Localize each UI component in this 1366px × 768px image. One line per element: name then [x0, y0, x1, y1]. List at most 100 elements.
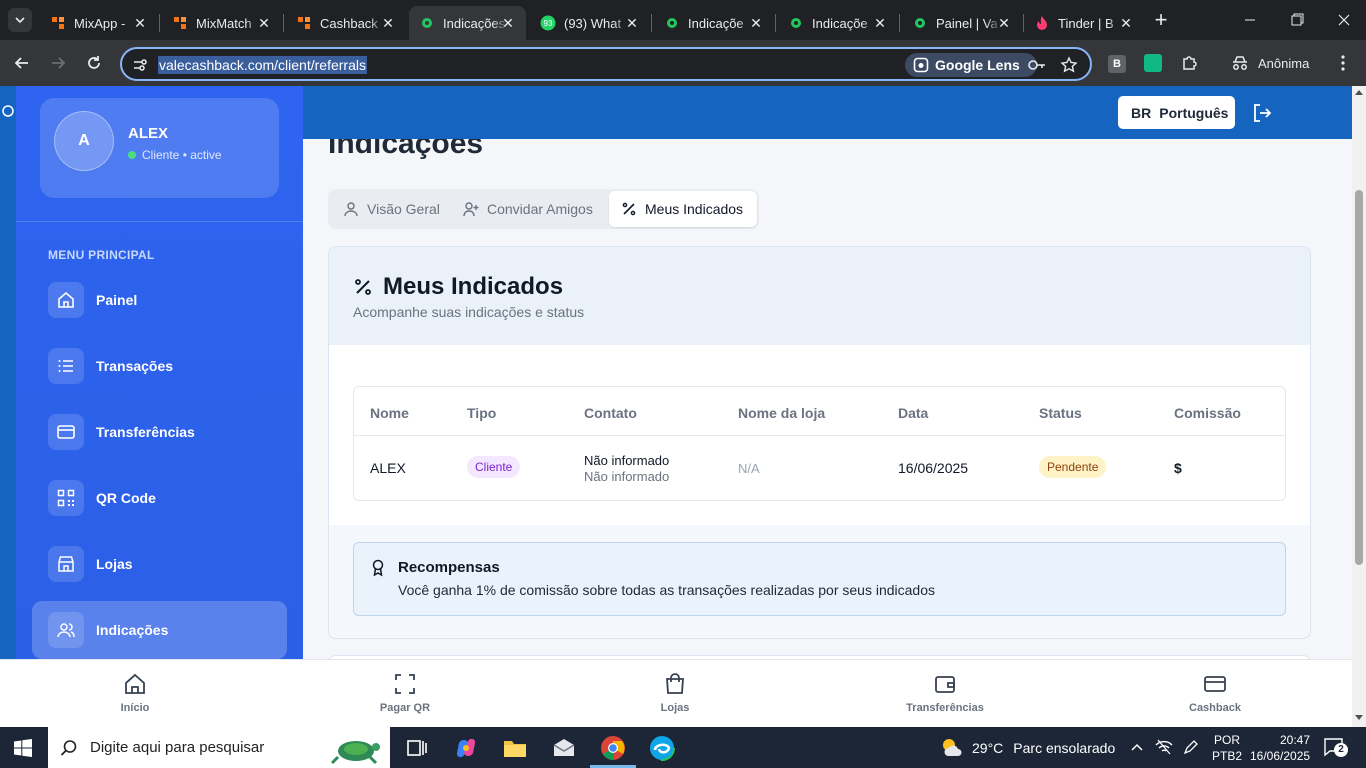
close-tab-icon[interactable]: ✕ — [380, 15, 396, 31]
tab-meus-indicados[interactable]: Meus Indicados — [609, 191, 757, 227]
bottom-nav-cashback[interactable]: Cashback — [1155, 672, 1275, 714]
extensions-button[interactable] — [1180, 53, 1200, 73]
bottom-nav-transferencias[interactable]: Transferências — [885, 672, 1005, 714]
table-row[interactable]: ALEX Cliente Não informado Não informado… — [354, 436, 1285, 500]
browser-tab[interactable]: MixMatch ✕ — [162, 6, 282, 40]
logout-button[interactable] — [1251, 102, 1273, 124]
sidebar-item-transferencias[interactable]: Transferências — [32, 403, 287, 461]
browser-menu-button[interactable] — [1336, 53, 1350, 73]
card-icon — [1204, 676, 1226, 692]
tab-convidar-amigos[interactable]: Convidar Amigos — [463, 191, 608, 227]
close-window-button[interactable] — [1334, 12, 1354, 28]
column-header: Data — [898, 405, 929, 421]
browser-tab[interactable]: Indicaçõe ✕ — [778, 6, 898, 40]
mail-button[interactable] — [551, 735, 577, 761]
close-tab-icon[interactable]: ✕ — [256, 15, 272, 31]
tab-visao-geral[interactable]: Visão Geral — [343, 191, 453, 227]
sidebar-item-indicacoes[interactable]: Indicações — [32, 601, 287, 659]
task-view-button[interactable] — [404, 735, 430, 761]
browser-tab-active[interactable]: Indicações ✕ — [409, 6, 526, 40]
close-tab-icon[interactable]: ✕ — [872, 15, 888, 31]
sidebar-item-transacoes[interactable]: Transações — [32, 337, 287, 395]
browser-tab[interactable]: Cashback ✕ — [286, 6, 406, 40]
browser-tab[interactable]: Painel | Va ✕ — [902, 6, 1022, 40]
reload-button[interactable] — [84, 53, 104, 73]
address-bar[interactable]: valecashback.com/client/referrals Google… — [120, 47, 1092, 81]
rewards-text: Você ganha 1% de comissão sobre todas as… — [398, 582, 935, 598]
user-status: Cliente • active — [128, 148, 222, 162]
list-icon — [58, 360, 73, 372]
close-tab-icon[interactable]: ✕ — [624, 15, 640, 31]
new-tab-button[interactable]: + — [1150, 9, 1172, 32]
main-content: Indicações Visão Geral Convidar Amigos M… — [303, 127, 1352, 659]
cell-loja: N/A — [738, 461, 760, 476]
close-tab-icon[interactable]: ✕ — [1118, 15, 1134, 31]
partly-sunny-icon — [943, 739, 962, 756]
weather-widget[interactable]: 29°C Parc ensolarado — [940, 736, 1115, 760]
mixapp-favicon-icon — [52, 17, 64, 29]
referrals-table: Nome Tipo Contato Nome da loja Data Stat… — [353, 386, 1286, 501]
column-header: Nome — [370, 405, 409, 421]
notifications-button[interactable]: 2 — [1324, 737, 1348, 757]
back-button[interactable] — [12, 53, 32, 73]
bottom-nav-pagar-qr[interactable]: Pagar QR — [345, 672, 465, 714]
close-tab-icon[interactable]: ✕ — [132, 15, 148, 31]
scroll-up-arrow-icon[interactable] — [1355, 90, 1363, 95]
input-language-button[interactable]: POR PTB2 — [1212, 732, 1242, 764]
extension-green-button[interactable] — [1144, 54, 1162, 72]
folder-icon — [504, 741, 526, 757]
copilot-button[interactable] — [453, 735, 479, 761]
file-explorer-button[interactable] — [502, 735, 528, 761]
sidebar-item-lojas[interactable]: Lojas — [32, 535, 287, 593]
chrome-taskbar-button[interactable] — [600, 735, 626, 761]
bottom-nav-lojas[interactable]: Lojas — [615, 672, 735, 714]
language-selector[interactable]: BR Português — [1118, 96, 1235, 129]
cashback-favicon-icon — [298, 17, 310, 29]
network-button[interactable] — [1155, 739, 1173, 755]
close-tab-icon[interactable]: ✕ — [748, 15, 764, 31]
browser-tab[interactable]: MixApp - ✕ — [40, 6, 158, 40]
google-lens-button[interactable]: Google Lens — [905, 53, 1037, 77]
sidebar-item-painel[interactable]: Painel — [32, 271, 287, 329]
pen-button[interactable] — [1183, 739, 1199, 755]
forward-button[interactable] — [48, 53, 68, 73]
site-settings-icon[interactable] — [132, 57, 148, 73]
extension-b-button[interactable]: B — [1108, 55, 1126, 73]
scroll-down-arrow-icon[interactable] — [1355, 715, 1363, 720]
minimize-icon — [1245, 19, 1255, 21]
taskbar-search-box[interactable]: Digite aqui para pesquisar — [48, 727, 390, 768]
qr-icon — [57, 489, 75, 507]
cell-nome: ALEX — [370, 460, 406, 476]
browser-tab[interactable]: Indicaçõe ✕ — [654, 6, 774, 40]
password-key-icon[interactable] — [1027, 57, 1047, 73]
whatsapp-favicon-icon: 93 — [540, 15, 556, 31]
arrow-right-icon — [52, 57, 66, 69]
page-scrollbar[interactable] — [1352, 86, 1366, 727]
windows-logo-icon — [14, 739, 32, 757]
user-profile-card[interactable]: A ALEX Cliente • active — [40, 98, 279, 198]
user-name: ALEX — [128, 125, 169, 142]
bottom-nav-inicio[interactable]: Início — [75, 672, 195, 714]
start-button[interactable] — [14, 739, 32, 757]
url-text[interactable]: valecashback.com/client/referrals — [158, 56, 367, 74]
show-hidden-icons-button[interactable] — [1130, 740, 1144, 754]
wallet-icon — [935, 676, 955, 693]
edge-button[interactable] — [649, 735, 675, 761]
restore-window-button[interactable] — [1287, 12, 1307, 28]
tab-search-button[interactable] — [8, 8, 32, 32]
clock[interactable]: 20:47 16/06/2025 — [1250, 732, 1310, 764]
tinder-flame-icon — [1037, 16, 1047, 30]
browser-tab[interactable]: Tinder | B ✕ — [1024, 6, 1144, 40]
bookmark-star-icon[interactable] — [1060, 56, 1078, 74]
close-tab-icon[interactable]: ✕ — [500, 15, 516, 31]
browser-tab[interactable]: 93 (93) What ✕ — [530, 6, 650, 40]
cell-data: 16/06/2025 — [898, 460, 969, 476]
minimize-window-button[interactable] — [1240, 12, 1260, 28]
close-tab-icon[interactable]: ✕ — [996, 15, 1012, 31]
scrollbar-thumb[interactable] — [1355, 190, 1363, 565]
column-header: Contato — [584, 405, 637, 421]
bottom-nav: Início Pagar QR Lojas Transferências Cas… — [0, 659, 1352, 727]
sidebar-item-qrcode[interactable]: QR Code — [32, 469, 287, 527]
incognito-profile-button[interactable]: Anônima — [1230, 48, 1309, 78]
column-header: Nome da loja — [738, 405, 826, 421]
